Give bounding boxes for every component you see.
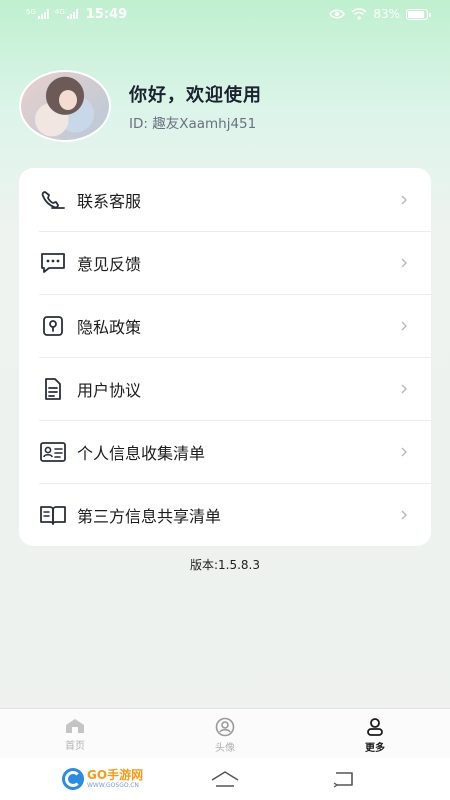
document-icon [39,375,67,403]
watermark-sub: WWW.GOSGO.CN [87,782,139,789]
nav-back-icon[interactable] [332,770,356,788]
bottom-tab-bar: 首页 头像 更多 [0,708,450,758]
system-nav-bar: GO手游网 WWW.GOSGO.CN [0,758,450,800]
chevron-right-icon [401,447,407,456]
avatar[interactable] [19,70,111,142]
privacy-icon [39,312,67,340]
watermark-icon [62,768,84,790]
home-icon [66,719,84,733]
menu-item-privacy-policy[interactable]: 隐私政策 [19,294,431,357]
chevron-right-icon [401,510,407,519]
menu-item-feedback[interactable]: 意见反馈 [19,231,431,294]
profile-text: 你好，欢迎使用 ID: 趣友Xaamhj451 [129,81,262,132]
tab-home[interactable]: 首页 [0,709,150,758]
greeting-text: 你好，欢迎使用 [129,84,262,106]
signal-tag: 5G [26,8,36,16]
status-left: 5G 4G 15:49 [26,7,127,22]
tab-avatar[interactable]: 头像 [150,709,300,758]
signal-icon: 5G [26,9,49,19]
tab-label: 更多 [365,743,385,754]
tab-label: 头像 [215,743,235,754]
signal-icon: 4G [55,9,78,19]
user-id: ID: 趣友Xaamhj451 [129,115,257,132]
settings-menu: 联系客服 意见反馈 隐私政策 用户协议 个人信息收集清单 第三方信息共享清单 [19,168,431,546]
id-card-icon [39,438,67,466]
menu-label: 意见反馈 [77,254,142,274]
menu-item-customer-service[interactable]: 联系客服 [19,168,431,231]
menu-item-third-party-sharing-list[interactable]: 第三方信息共享清单 [19,483,431,546]
avatar-icon [215,717,235,737]
tab-label: 首页 [65,741,85,752]
menu-label: 用户协议 [77,380,142,400]
status-right: 83% [329,7,431,21]
tab-more[interactable]: 更多 [300,709,450,758]
menu-item-personal-info-list[interactable]: 个人信息收集清单 [19,420,431,483]
version-label: 版本:1.5.8.3 [189,558,261,572]
feedback-icon [39,249,67,277]
chevron-right-icon [401,384,407,393]
user-icon [367,718,383,736]
menu-label: 个人信息收集清单 [77,443,206,463]
chevron-right-icon [401,321,407,330]
nav-home-icon[interactable] [210,770,240,788]
watermark-main: GO手游网 [87,768,144,782]
chevron-right-icon [401,195,407,204]
clock: 15:49 [85,6,128,22]
battery-icon [406,8,431,20]
menu-label: 隐私政策 [77,317,142,337]
signal-tag: 4G [54,8,65,16]
customer-service-icon [39,186,67,214]
battery-percent: 83% [373,7,400,21]
profile-header: 你好，欢迎使用 ID: 趣友Xaamhj451 [19,70,262,142]
status-bar: 5G 4G 15:49 83% [0,0,450,28]
watermark-text: GO手游网 WWW.GOSGO.CN [87,768,144,790]
menu-item-user-agreement[interactable]: 用户协议 [19,357,431,420]
watermark-logo: GO手游网 WWW.GOSGO.CN [62,768,143,790]
book-icon [39,501,67,529]
menu-label: 联系客服 [77,191,142,211]
eye-icon [329,9,346,19]
wifi-icon [351,8,367,20]
chevron-right-icon [401,258,407,267]
menu-label: 第三方信息共享清单 [77,506,222,526]
